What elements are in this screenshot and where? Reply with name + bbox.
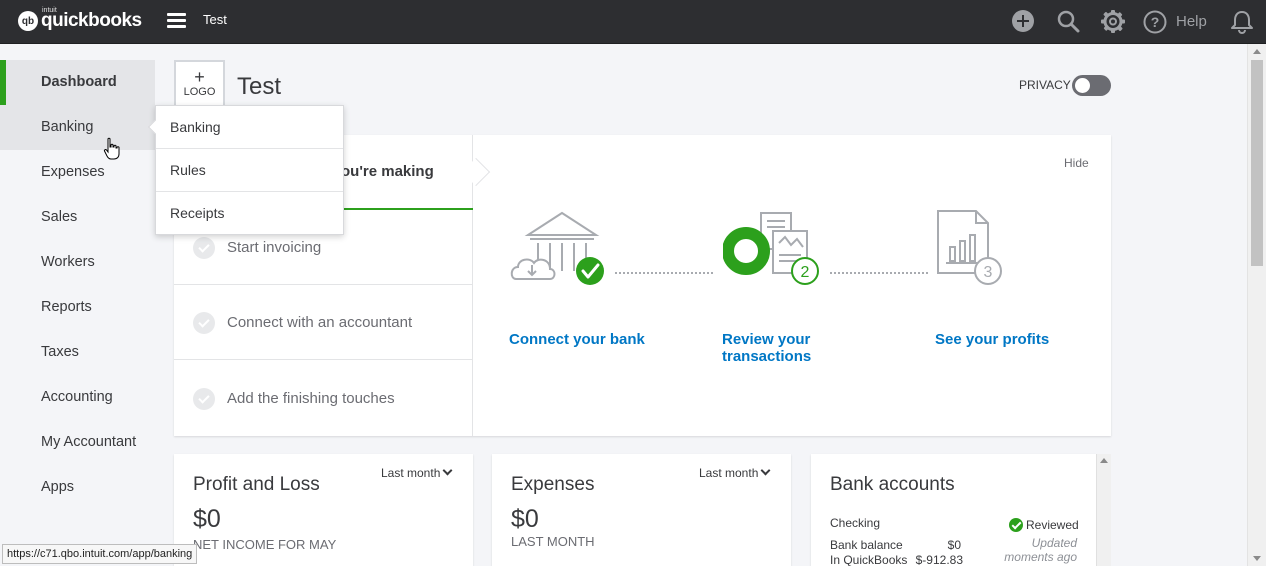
hide-setup-link[interactable]: Hide bbox=[1064, 156, 1089, 170]
sidebar-item-accounting[interactable]: Accounting bbox=[0, 375, 155, 420]
step-label: Connect with an accountant bbox=[227, 314, 413, 331]
bell-icon[interactable] bbox=[1229, 9, 1255, 35]
setup-step-finishing-touches[interactable]: Add the finishing touches bbox=[174, 361, 473, 436]
flyout-item-rules[interactable]: Rules bbox=[156, 149, 343, 192]
step-label: Add the finishing touches bbox=[227, 390, 395, 407]
sidebar-item-reports[interactable]: Reports bbox=[0, 285, 155, 330]
quickbooks-balance-value: $-912.83 bbox=[915, 553, 963, 566]
review-transactions-icon: 2 bbox=[723, 212, 819, 285]
see-profits-link[interactable]: See your profits bbox=[935, 331, 1049, 348]
help-icon[interactable]: ? bbox=[1142, 9, 1168, 35]
flyout-item-receipts[interactable]: Receipts bbox=[156, 192, 343, 235]
bank-balance-label: Bank balance bbox=[830, 538, 903, 552]
expenses-subtitle: LAST MONTH bbox=[511, 534, 595, 549]
reviewed-status: Reviewed bbox=[1009, 515, 1079, 532]
profits-step-badge: 3 bbox=[984, 264, 993, 281]
scroll-thumb[interactable] bbox=[1251, 60, 1263, 266]
connect-bank-link[interactable]: Connect your bank bbox=[509, 331, 645, 348]
bank-balance-value: $0 bbox=[947, 538, 961, 552]
hand-cursor-icon bbox=[103, 137, 120, 160]
expenses-card[interactable]: Expenses Last month $0 LAST MONTH bbox=[492, 454, 791, 566]
sidebar-item-workers[interactable]: Workers bbox=[0, 240, 155, 285]
progress-dotted-line bbox=[830, 272, 928, 274]
bank-account-name[interactable]: Checking bbox=[830, 516, 880, 530]
help-label[interactable]: Help bbox=[1176, 13, 1207, 30]
check-circle-icon bbox=[1009, 518, 1023, 532]
qb-logo-icon: qb bbox=[18, 11, 38, 31]
logo-label: LOGO bbox=[183, 86, 216, 98]
chevron-down-icon bbox=[760, 465, 771, 476]
chevron-down-icon bbox=[442, 465, 453, 476]
setup-step-connect-accountant[interactable]: Connect with an accountant bbox=[174, 285, 473, 360]
period-label: Last month bbox=[699, 466, 759, 480]
bank-accounts-card[interactable]: Bank accounts Checking Reviewed Bank bal… bbox=[811, 454, 1096, 566]
sidebar-item-dashboard[interactable]: Dashboard bbox=[0, 60, 155, 105]
profit-loss-card[interactable]: Profit and Loss Last month $0 NET INCOME… bbox=[174, 454, 473, 566]
setup-current-step-text: ou're making bbox=[341, 163, 434, 180]
privacy-label: PRIVACY bbox=[1019, 78, 1071, 92]
sidebar-item-apps[interactable]: Apps bbox=[0, 465, 155, 510]
profits-report-icon: 3 bbox=[937, 210, 1002, 285]
privacy-toggle[interactable] bbox=[1072, 75, 1111, 96]
add-logo-button[interactable]: + LOGO bbox=[174, 60, 225, 108]
review-step-badge: 2 bbox=[801, 264, 810, 281]
status-bar-url: https://c71.qbo.intuit.com/app/banking bbox=[2, 544, 198, 564]
search-icon[interactable] bbox=[1055, 9, 1081, 35]
expenses-amount: $0 bbox=[511, 505, 539, 533]
scroll-down-arrow-icon[interactable] bbox=[1253, 556, 1261, 561]
scroll-up-arrow-icon[interactable] bbox=[1100, 458, 1108, 463]
logo-wordmark: intuit quickbooks bbox=[41, 7, 142, 33]
page-title: Test bbox=[237, 73, 282, 100]
banking-flyout-menu: Banking Rules Receipts bbox=[147, 105, 344, 235]
top-bar: qb intuit quickbooks Test ? Help bbox=[0, 0, 1266, 44]
sidebar-item-banking[interactable]: Banking bbox=[0, 105, 155, 150]
logo-intuit-text: intuit bbox=[42, 7, 57, 14]
progress-dotted-line bbox=[615, 272, 713, 274]
profit-loss-subtitle: NET INCOME FOR MAY bbox=[193, 537, 337, 552]
step-check-icon bbox=[193, 388, 215, 410]
step-check-icon bbox=[193, 237, 215, 259]
sidebar-item-sales[interactable]: Sales bbox=[0, 195, 155, 240]
company-name: Test bbox=[203, 12, 227, 27]
quickbooks-balance-label: In QuickBooks bbox=[830, 553, 908, 566]
step-check-icon bbox=[193, 312, 215, 334]
period-label: Last month bbox=[381, 466, 441, 480]
sidebar-item-taxes[interactable]: Taxes bbox=[0, 330, 155, 375]
step-label: Start invoicing bbox=[227, 239, 322, 256]
gear-icon[interactable] bbox=[1100, 9, 1126, 35]
privacy-toggle-knob bbox=[1075, 78, 1090, 93]
hamburger-icon[interactable] bbox=[167, 13, 186, 29]
bank-building-icon bbox=[510, 211, 604, 285]
logo-plus-icon: + bbox=[194, 67, 205, 87]
page-scrollbar[interactable] bbox=[1247, 44, 1266, 566]
svg-text:?: ? bbox=[1151, 14, 1160, 30]
profit-loss-amount: $0 bbox=[193, 505, 221, 533]
flyout-item-banking[interactable]: Banking bbox=[156, 106, 343, 149]
sidebar-item-expenses[interactable]: Expenses bbox=[0, 150, 155, 195]
reviewed-label: Reviewed bbox=[1026, 518, 1079, 532]
sidebar-item-my-accountant[interactable]: My Accountant bbox=[0, 420, 155, 465]
bank-accounts-title: Bank accounts bbox=[830, 474, 955, 495]
expenses-title: Expenses bbox=[511, 474, 595, 495]
expenses-period-dropdown[interactable]: Last month bbox=[699, 465, 771, 480]
scroll-up-arrow-icon[interactable] bbox=[1253, 49, 1261, 54]
quickbooks-logo[interactable]: qb intuit quickbooks bbox=[18, 7, 142, 33]
review-transactions-link[interactable]: Review your transactions bbox=[722, 331, 832, 365]
profit-loss-title: Profit and Loss bbox=[193, 474, 320, 495]
sidebar: Dashboard Banking Expenses Sales Workers… bbox=[0, 44, 155, 566]
plus-icon[interactable] bbox=[1010, 9, 1036, 35]
profit-loss-period-dropdown[interactable]: Last month bbox=[381, 465, 453, 480]
updated-timestamp: Updated moments ago bbox=[1004, 536, 1077, 564]
bank-card-scrollbar[interactable] bbox=[1096, 454, 1111, 566]
